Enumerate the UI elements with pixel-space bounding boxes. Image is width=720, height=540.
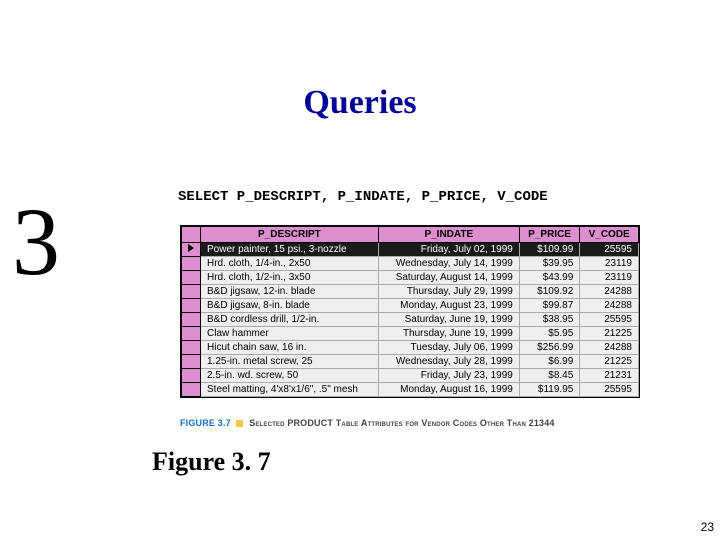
table-row: B&D jigsaw, 8-in. bladeMonday, August 23… xyxy=(182,299,639,313)
table-row: Power painter, 15 psi., 3-nozzleFriday, … xyxy=(182,243,639,257)
cell-descript: 1.25-in. metal screw, 25 xyxy=(201,355,379,369)
figure-number: FIGURE 3.7 xyxy=(180,418,231,428)
slide-title: Queries xyxy=(0,84,720,122)
figure-description: Selected PRODUCT Table Attributes for Ve… xyxy=(249,418,554,428)
row-selector-cell xyxy=(182,355,201,369)
cell-price: $99.87 xyxy=(519,299,579,313)
cell-indate: Saturday, June 19, 1999 xyxy=(378,313,519,327)
row-selector-cell xyxy=(182,271,201,285)
cell-descript: Hrd. cloth, 1/2-in., 3x50 xyxy=(201,271,379,285)
cell-indate: Thursday, July 29, 1999 xyxy=(378,285,519,299)
cell-price: $119.95 xyxy=(519,383,579,397)
cell-descript: 2.5-in. wd. screw, 50 xyxy=(201,369,379,383)
cell-indate: Saturday, August 14, 1999 xyxy=(378,271,519,285)
current-row-pointer-icon xyxy=(188,244,194,252)
cell-descript: Steel matting, 4'x8'x1/6", .5" mesh xyxy=(201,383,379,397)
row-selector-cell xyxy=(182,313,201,327)
cell-price: $109.99 xyxy=(519,243,579,257)
cell-price: $8.45 xyxy=(519,369,579,383)
col-header-indate: P_INDATE xyxy=(378,227,519,243)
cell-indate: Friday, July 23, 1999 xyxy=(378,369,519,383)
table-row: 1.25-in. metal screw, 25Wednesday, July … xyxy=(182,355,639,369)
col-header-descript: P_DESCRIPT xyxy=(201,227,379,243)
cell-vcode: 23119 xyxy=(580,257,639,271)
table-row: Claw hammerThursday, June 19, 1999$5.952… xyxy=(182,327,639,341)
cell-vcode: 23119 xyxy=(580,271,639,285)
chapter-number: 3 xyxy=(12,186,60,297)
cell-vcode: 24288 xyxy=(580,341,639,355)
cell-descript: B&D jigsaw, 8-in. blade xyxy=(201,299,379,313)
cell-price: $109.92 xyxy=(519,285,579,299)
table-row: Hrd. cloth, 1/2-in., 3x50Saturday, Augus… xyxy=(182,271,639,285)
row-selector-cell xyxy=(182,327,201,341)
cell-vcode: 21225 xyxy=(580,327,639,341)
table-header-row: P_DESCRIPT P_INDATE P_PRICE V_CODE xyxy=(182,227,639,243)
cell-descript: Hrd. cloth, 1/4-in., 2x50 xyxy=(201,257,379,271)
row-selector-cell xyxy=(182,341,201,355)
table-row: Hrd. cloth, 1/4-in., 2x50Wednesday, July… xyxy=(182,257,639,271)
cell-vcode: 24288 xyxy=(580,285,639,299)
table-row: B&D jigsaw, 12-in. bladeThursday, July 2… xyxy=(182,285,639,299)
table-row: B&D cordless drill, 1/2-in.Saturday, Jun… xyxy=(182,313,639,327)
figure-label: Figure 3. 7 xyxy=(152,447,271,477)
cell-price: $256.99 xyxy=(519,341,579,355)
figure-marker-icon xyxy=(236,420,243,427)
row-selector-cell xyxy=(182,257,201,271)
cell-price: $6.99 xyxy=(519,355,579,369)
table-row: 2.5-in. wd. screw, 50Friday, July 23, 19… xyxy=(182,369,639,383)
cell-vcode: 25595 xyxy=(580,243,639,257)
row-selector-header xyxy=(182,227,201,243)
cell-vcode: 25595 xyxy=(580,313,639,327)
row-selector-cell xyxy=(182,243,201,257)
cell-price: $38.95 xyxy=(519,313,579,327)
cell-vcode: 21231 xyxy=(580,369,639,383)
cell-price: $39.95 xyxy=(519,257,579,271)
cell-descript: B&D cordless drill, 1/2-in. xyxy=(201,313,379,327)
cell-indate: Monday, August 23, 1999 xyxy=(378,299,519,313)
figure-caption: FIGURE 3.7 Selected PRODUCT Table Attrib… xyxy=(180,418,555,428)
sql-line-1: SELECT P_DESCRIPT, P_INDATE, P_PRICE, V_… xyxy=(178,188,548,207)
cell-vcode: 24288 xyxy=(580,299,639,313)
cell-descript: Hicut chain saw, 16 in. xyxy=(201,341,379,355)
cell-price: $43.99 xyxy=(519,271,579,285)
col-header-vcode: V_CODE xyxy=(580,227,639,243)
cell-vcode: 25595 xyxy=(580,383,639,397)
cell-indate: Monday, August 16, 1999 xyxy=(378,383,519,397)
cell-indate: Wednesday, July 28, 1999 xyxy=(378,355,519,369)
result-table: P_DESCRIPT P_INDATE P_PRICE V_CODE Power… xyxy=(180,225,640,398)
row-selector-cell xyxy=(182,299,201,313)
row-selector-cell xyxy=(182,285,201,299)
cell-descript: Power painter, 15 psi., 3-nozzle xyxy=(201,243,379,257)
row-selector-cell xyxy=(182,369,201,383)
col-header-price: P_PRICE xyxy=(519,227,579,243)
cell-price: $5.95 xyxy=(519,327,579,341)
table-row: Steel matting, 4'x8'x1/6", .5" meshMonda… xyxy=(182,383,639,397)
cell-indate: Tuesday, July 06, 1999 xyxy=(378,341,519,355)
cell-vcode: 21225 xyxy=(580,355,639,369)
cell-indate: Wednesday, July 14, 1999 xyxy=(378,257,519,271)
row-selector-cell xyxy=(182,383,201,397)
bottom-bar xyxy=(0,536,720,540)
page-number: 23 xyxy=(701,520,714,534)
cell-descript: Claw hammer xyxy=(201,327,379,341)
cell-indate: Thursday, June 19, 1999 xyxy=(378,327,519,341)
cell-indate: Friday, July 02, 1999 xyxy=(378,243,519,257)
cell-descript: B&D jigsaw, 12-in. blade xyxy=(201,285,379,299)
table-row: Hicut chain saw, 16 in.Tuesday, July 06,… xyxy=(182,341,639,355)
